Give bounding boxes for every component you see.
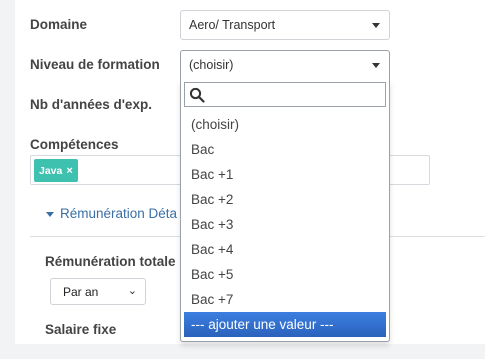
salaire-fixe-label: Salaire fixe [45, 322, 117, 337]
caret-down-icon [46, 211, 54, 217]
option-choisir[interactable]: (choisir) [184, 112, 386, 137]
dropdown-search-input[interactable] [207, 85, 383, 104]
dropdown-search-box[interactable] [184, 82, 386, 107]
remuneration-section-label: Rémunération Déta [60, 206, 178, 221]
remuneration-totale-label: Rémunération totale [45, 254, 176, 269]
option-bac-3[interactable]: Bac +3 [184, 212, 386, 237]
domaine-value: Aero/ Transport [189, 18, 276, 32]
page-margin-left [0, 0, 15, 359]
option-bac-1[interactable]: Bac +1 [184, 162, 386, 187]
period-select[interactable]: Par an ⌄ [50, 278, 146, 305]
caret-down-icon [372, 63, 380, 68]
domaine-select[interactable]: Aero/ Transport [180, 10, 390, 40]
domaine-label: Domaine [30, 17, 88, 32]
option-bac-5[interactable]: Bac +5 [184, 262, 386, 287]
remuneration-section-toggle[interactable]: Rémunération Déta [46, 206, 177, 221]
search-icon [189, 87, 205, 103]
option-bac[interactable]: Bac [184, 137, 386, 162]
caret-down-icon [372, 23, 380, 28]
option-bac-7[interactable]: Bac +7 [184, 287, 386, 312]
period-value: Par an [63, 284, 99, 299]
chevron-down-icon: ⌄ [127, 285, 137, 297]
option-bac-2[interactable]: Bac +2 [184, 187, 386, 212]
option-bac-4[interactable]: Bac +4 [184, 237, 386, 262]
option-ajouter-valeur[interactable]: --- ajouter une valeur --- [184, 312, 386, 337]
page-margin-bottom [0, 344, 485, 359]
competence-tag-label: Java [39, 164, 63, 177]
competence-tag: Java × [34, 159, 78, 182]
niveau-label: Niveau de formation [30, 57, 160, 72]
niveau-dropdown: (choisir) Bac Bac +1 Bac +2 Bac +3 Bac +… [180, 79, 390, 342]
niveau-value: (choisir) [189, 58, 234, 72]
competences-label: Compétences [30, 137, 119, 152]
remove-tag-icon[interactable]: × [66, 165, 72, 177]
annees-label: Nb d'années d'exp. [30, 97, 152, 112]
niveau-select[interactable]: (choisir) [180, 50, 390, 80]
